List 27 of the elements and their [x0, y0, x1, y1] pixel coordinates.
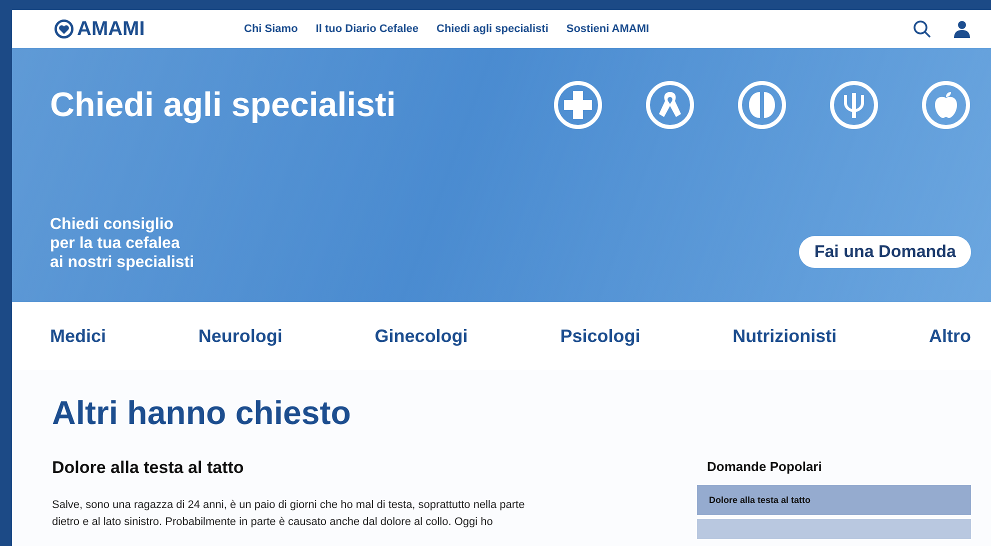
popular-question[interactable]: Dolore alla testa al tatto [697, 485, 971, 515]
category-link[interactable]: Neurologi [198, 326, 282, 346]
search-icon[interactable] [913, 20, 931, 38]
apple-icon[interactable] [921, 80, 971, 130]
nav-link[interactable]: Sostieni AMAMI [566, 23, 650, 35]
user-icon[interactable] [953, 20, 971, 38]
nav-link[interactable]: Chiedi agli specialisti [436, 23, 548, 35]
category-link[interactable]: Ginecologi [374, 326, 468, 346]
category-link[interactable]: Altro [929, 326, 971, 346]
section-title: Altri hanno chiesto [52, 394, 352, 432]
nav-link[interactable]: Il tuo Diario Cefalee [316, 23, 418, 35]
category-link[interactable]: Nutrizionisti [732, 326, 837, 346]
category-link[interactable]: Psicologi [560, 326, 640, 346]
sidebar-title: Domande Popolari [707, 459, 823, 476]
question-text: Salve, sono una ragazza di 24 anni, è un paio di giorni che ho mal di testa, soprattutto nella parte dietro e al lato sinistro. Probabilmente in parte è causato anche dal dolore al collo. Oggi ho [52, 498, 526, 530]
heart-face-icon [54, 19, 74, 39]
hero-subtitle: Chiedi consiglio per la tua cefalea ai nostri specialisti [50, 215, 194, 272]
psi-icon[interactable] [829, 80, 879, 130]
brain-icon[interactable] [737, 80, 787, 130]
nav-link[interactable]: Chi Siamo [244, 23, 298, 35]
category-link[interactable]: Medici [50, 326, 106, 346]
hero-title: Chiedi agli specialisti [50, 86, 396, 124]
ask-question-button[interactable]: Fai una Domanda [799, 236, 971, 268]
question-title[interactable]: Dolore alla testa al tatto [52, 458, 657, 478]
logo[interactable]: AMAMI [54, 18, 244, 40]
ribbon-icon[interactable] [645, 80, 695, 130]
cross-icon[interactable] [553, 80, 603, 130]
